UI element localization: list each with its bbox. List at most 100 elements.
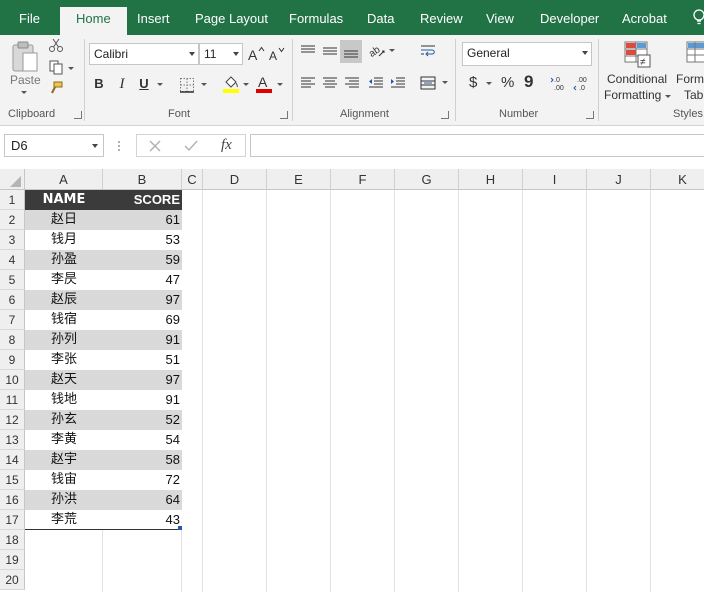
conditional-formatting-icon[interactable]: ≠ [622, 39, 652, 69]
orientation-dropdown-icon[interactable] [389, 49, 395, 52]
column-header-i[interactable]: I [523, 169, 587, 190]
table-cell-score[interactable]: 58 [103, 450, 182, 470]
merge-dropdown-icon[interactable] [442, 81, 448, 84]
row-header[interactable]: 5 [0, 270, 25, 290]
table-cell-score[interactable]: 97 [103, 290, 182, 310]
row-header[interactable]: 14 [0, 450, 25, 470]
row-header[interactable]: 17 [0, 510, 25, 530]
table-cell-name[interactable]: 孙列 [25, 330, 103, 350]
table-cell-score[interactable]: 54 [103, 430, 182, 450]
row-header[interactable]: 10 [0, 370, 25, 390]
enter-check-icon[interactable] [183, 138, 199, 154]
italic-button[interactable]: I [115, 76, 129, 93]
lightbulb-icon[interactable] [690, 8, 704, 28]
tab-view[interactable]: View [486, 11, 514, 35]
table-cell-score[interactable]: 97 [103, 370, 182, 390]
table-cell-name[interactable]: 孙玄 [25, 410, 103, 430]
conditional-formatting-button[interactable]: Conditional [607, 72, 667, 86]
table-cell-name[interactable]: 赵宇 [25, 450, 103, 470]
borders-icon[interactable] [178, 76, 196, 94]
tab-page-layout[interactable]: Page Layout [195, 11, 268, 35]
table-cell-name[interactable]: 赵辰 [25, 290, 103, 310]
tab-home[interactable]: Home [60, 7, 127, 35]
bold-button[interactable]: B [92, 76, 106, 91]
font-size-combo[interactable]: 11 [199, 43, 243, 65]
table-cell-score[interactable]: 47 [103, 270, 182, 290]
row-header[interactable]: 12 [0, 410, 25, 430]
font-dialog-launcher-icon[interactable] [280, 111, 288, 119]
increase-decimal-icon[interactable]: .0.00 [550, 74, 568, 92]
grow-font-icon[interactable]: A [247, 44, 265, 64]
align-center-icon[interactable] [320, 73, 340, 93]
format-as-table-icon[interactable] [684, 39, 704, 69]
wrap-text-icon[interactable] [418, 41, 438, 61]
tab-acrobat[interactable]: Acrobat [622, 11, 667, 35]
table-cell-name[interactable]: 李黄 [25, 430, 103, 450]
align-middle-icon[interactable] [320, 41, 340, 61]
table-cell-score[interactable]: 52 [103, 410, 182, 430]
paste-button[interactable]: Paste [10, 73, 41, 87]
format-painter-icon[interactable] [48, 81, 64, 97]
table-cell-name[interactable]: 李张 [25, 350, 103, 370]
tab-formulas[interactable]: Formulas [289, 11, 343, 35]
row-header[interactable]: 18 [0, 530, 25, 550]
table-cell-name[interactable]: 钱宿 [25, 310, 103, 330]
align-right-icon[interactable] [342, 73, 362, 93]
row-header[interactable]: 2 [0, 210, 25, 230]
table-cell-score[interactable]: 91 [103, 390, 182, 410]
cancel-icon[interactable] [147, 138, 163, 154]
table-resize-handle[interactable] [178, 526, 182, 530]
font-color-dropdown-icon[interactable] [277, 83, 283, 86]
table-cell-score[interactable]: 72 [103, 470, 182, 490]
table-cell-name[interactable]: 赵天 [25, 370, 103, 390]
table-cell-name[interactable]: 孙洪 [25, 490, 103, 510]
paste-dropdown-icon[interactable] [21, 91, 27, 94]
column-header-b[interactable]: B [103, 169, 182, 190]
tab-data[interactable]: Data [367, 11, 394, 35]
conditional-formatting-dropdown-icon[interactable] [665, 95, 671, 98]
currency-button[interactable]: $ [469, 74, 477, 91]
paste-icon[interactable] [8, 39, 42, 75]
decrease-indent-icon[interactable] [366, 73, 386, 93]
table-cell-score[interactable]: 64 [103, 490, 182, 510]
shrink-font-icon[interactable]: A [268, 44, 286, 64]
fill-color-icon[interactable] [222, 74, 240, 94]
row-header[interactable]: 7 [0, 310, 25, 330]
row-header[interactable]: 1 [0, 190, 25, 210]
table-cell-score[interactable]: 43 [103, 510, 182, 530]
comma-style-button[interactable]: 9 [524, 72, 533, 92]
row-header[interactable]: 20 [0, 570, 25, 590]
table-cell-name[interactable]: 李昃 [25, 270, 103, 290]
tab-file[interactable]: File [19, 11, 40, 35]
row-header[interactable]: 6 [0, 290, 25, 310]
table-cell-name[interactable]: 孙盈 [25, 250, 103, 270]
table-cell-score[interactable]: 51 [103, 350, 182, 370]
column-header-h[interactable]: H [459, 169, 523, 190]
table-cell-name[interactable]: 钱地 [25, 390, 103, 410]
align-top-icon[interactable] [298, 41, 318, 61]
tab-developer[interactable]: Developer [540, 11, 599, 35]
format-as-table-button[interactable]: Form [676, 72, 704, 86]
clipboard-dialog-launcher-icon[interactable] [74, 111, 82, 119]
column-header-k[interactable]: K [651, 169, 704, 190]
align-bottom-icon[interactable] [340, 40, 362, 63]
alignment-dialog-launcher-icon[interactable] [441, 111, 449, 119]
fill-color-dropdown-icon[interactable] [243, 83, 249, 86]
splitter-dots-icon[interactable] [117, 138, 121, 154]
orientation-icon[interactable]: ab [367, 41, 387, 61]
column-header-e[interactable]: E [267, 169, 331, 190]
table-header-name[interactable]: NAME [25, 190, 103, 210]
tab-review[interactable]: Review [420, 11, 463, 35]
table-cell-score[interactable]: 69 [103, 310, 182, 330]
column-header-g[interactable]: G [395, 169, 459, 190]
tab-insert[interactable]: Insert [137, 11, 170, 35]
table-cell-name[interactable]: 李荒 [25, 510, 103, 530]
column-header-a[interactable]: A [25, 169, 103, 190]
column-header-d[interactable]: D [203, 169, 267, 190]
underline-button[interactable]: U [137, 76, 151, 91]
select-all-corner[interactable] [0, 169, 25, 190]
cut-icon[interactable] [48, 37, 64, 53]
column-header-f[interactable]: F [331, 169, 395, 190]
row-header[interactable]: 13 [0, 430, 25, 450]
table-cell-name[interactable]: 赵日 [25, 210, 103, 230]
